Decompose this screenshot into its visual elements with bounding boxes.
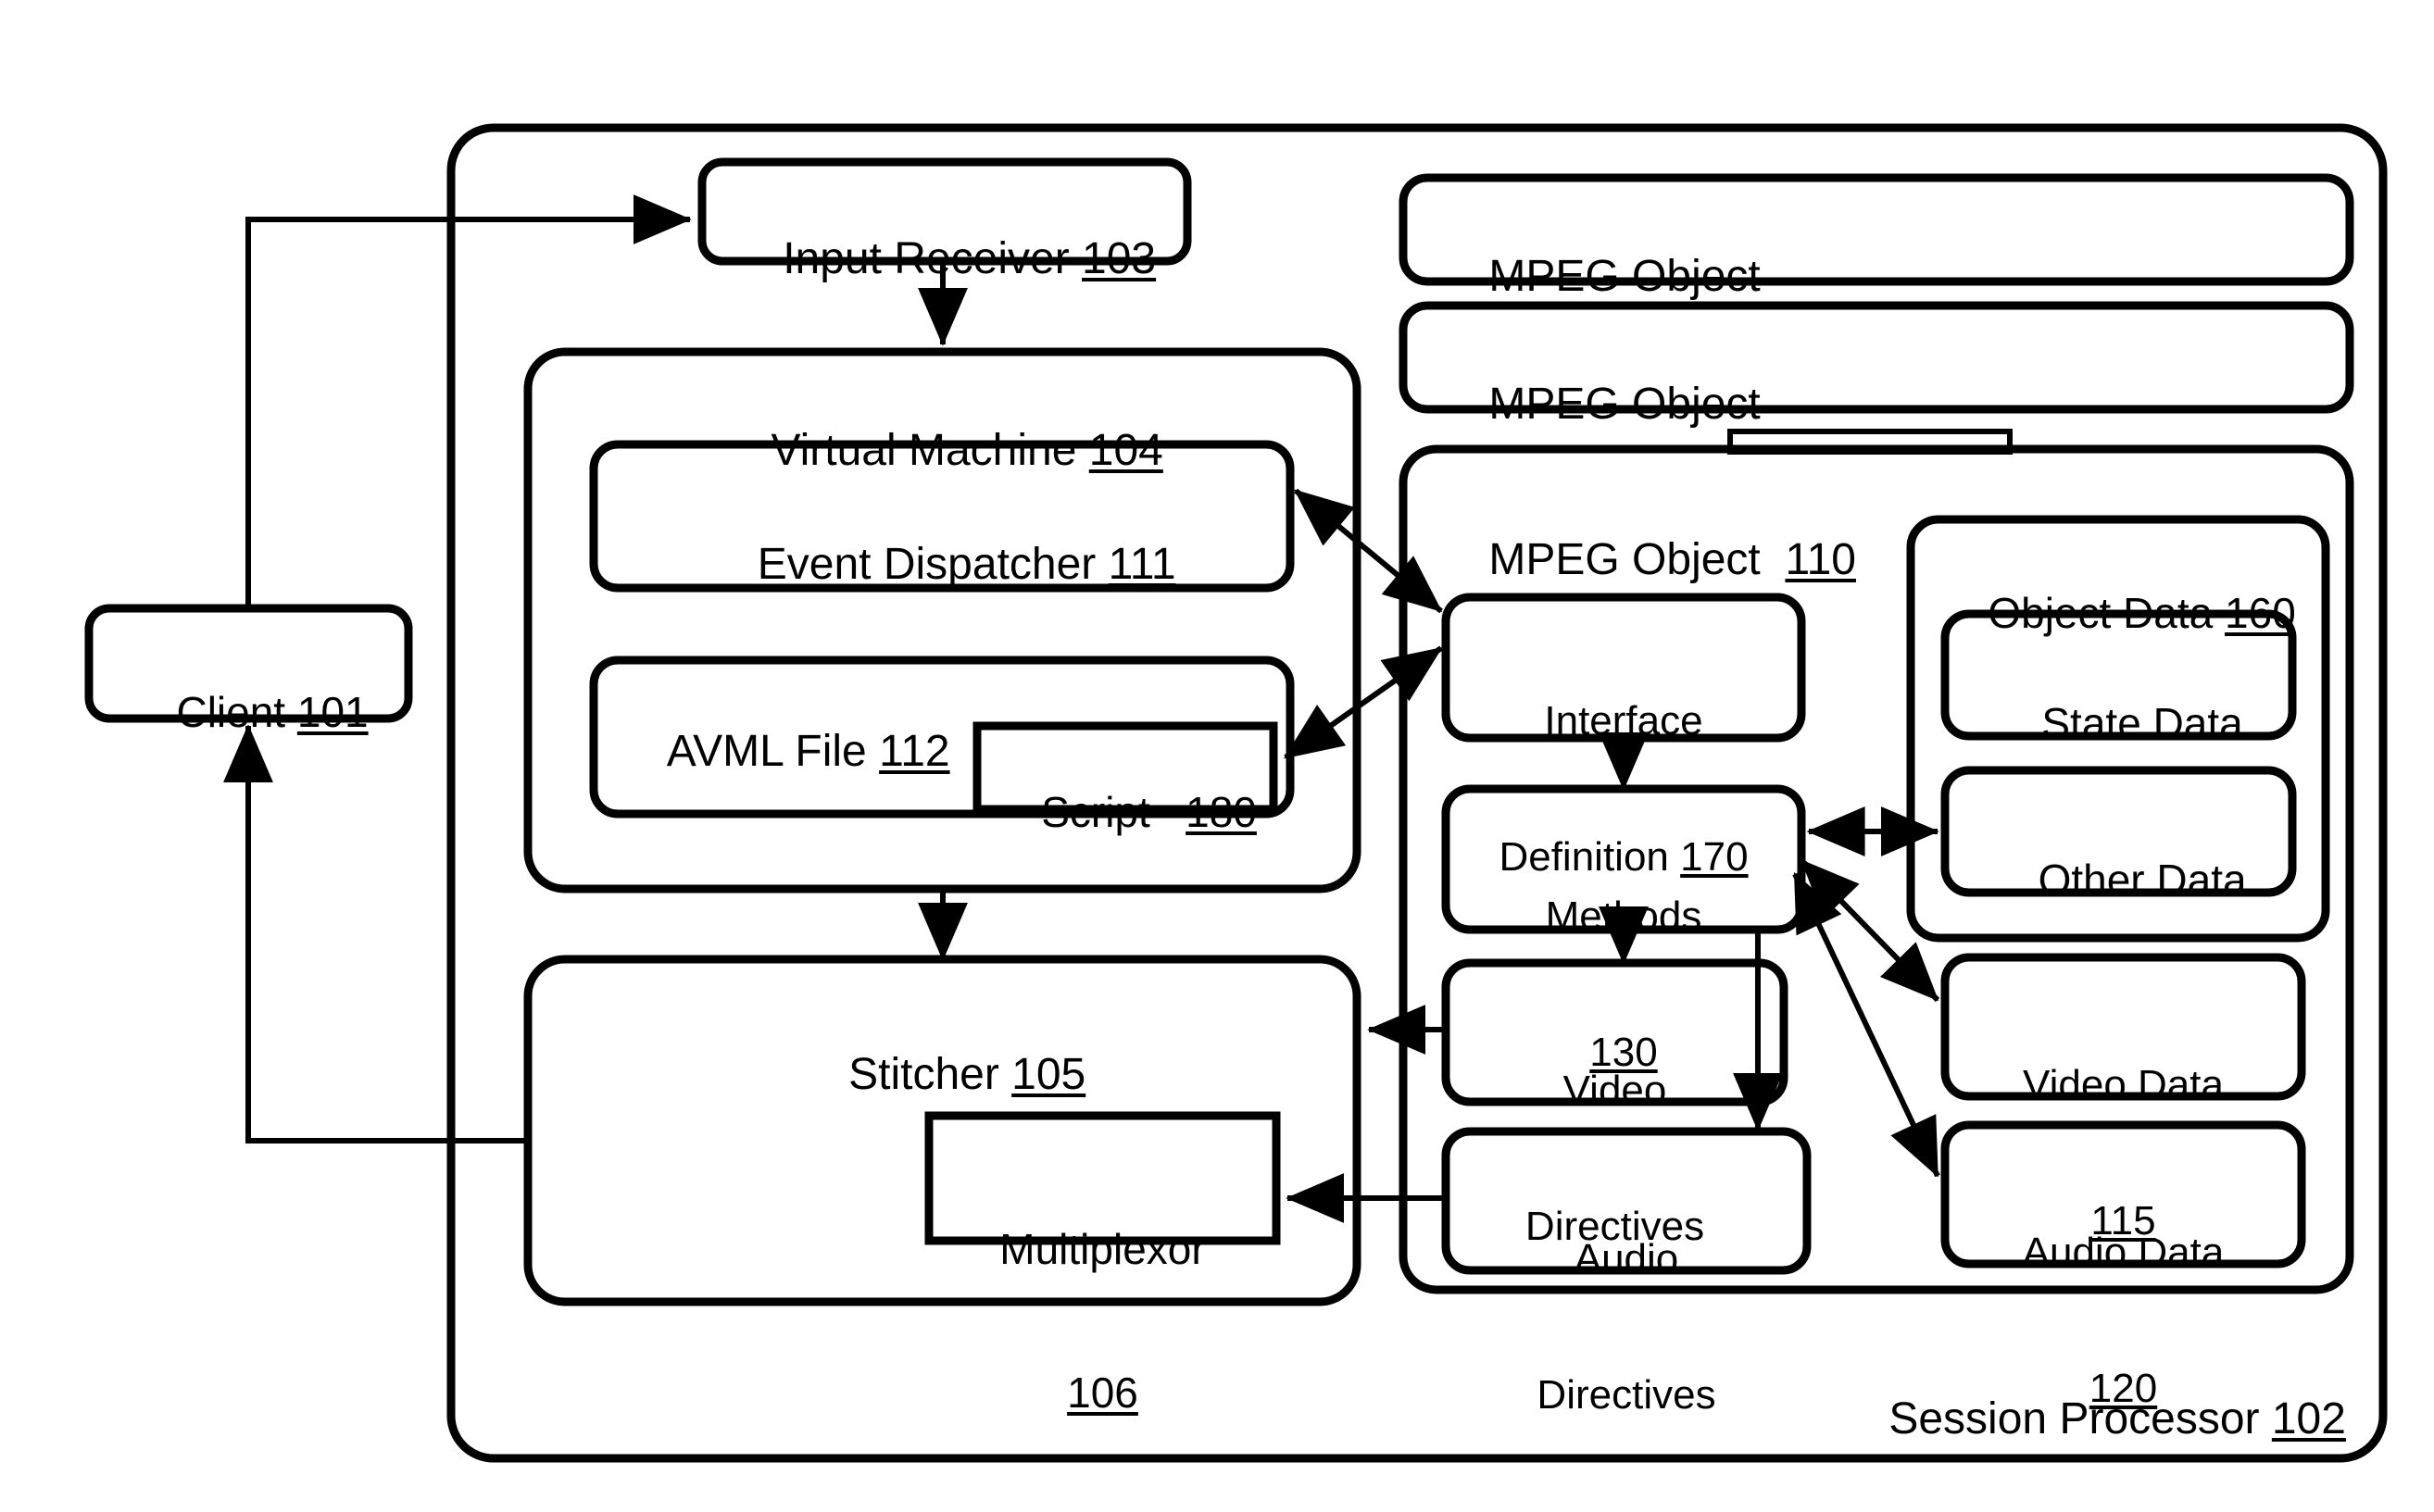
figure-canvas: Client 101 Input Receiver 103 Virtual Ma… xyxy=(0,0,2434,1512)
diagram-vector-layer xyxy=(84,123,2388,1463)
